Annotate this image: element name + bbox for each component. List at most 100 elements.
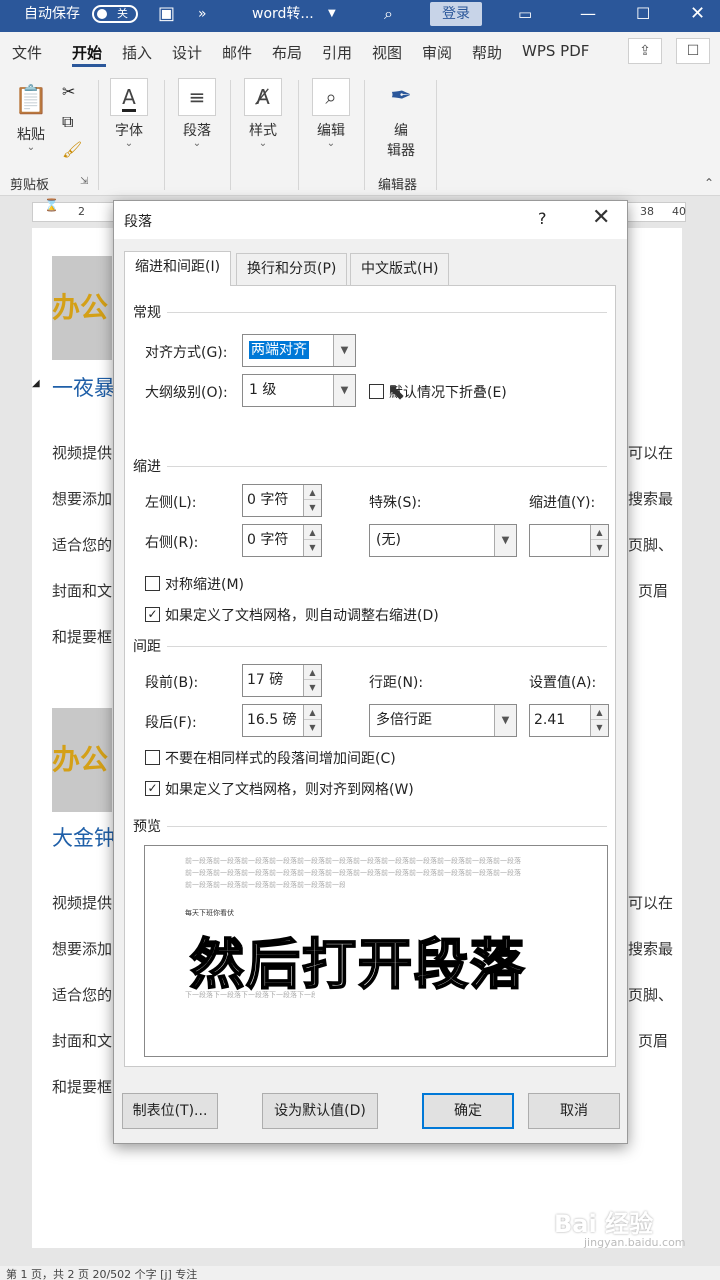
- no-space-same-style-checkbox[interactable]: [145, 750, 160, 765]
- autosave-toggle[interactable]: 关: [92, 5, 138, 23]
- tab-layout[interactable]: 布局: [272, 42, 302, 63]
- tab-indents-spacing[interactable]: 缩进和间距(I): [124, 251, 232, 286]
- save-icon[interactable]: ▣: [158, 0, 175, 28]
- indent-marker-icon[interactable]: ⌛: [44, 198, 59, 212]
- magnifier-icon: ⌕: [312, 78, 350, 116]
- ribbon-display-icon[interactable]: ▭: [518, 0, 532, 28]
- editor-button[interactable]: ✒ 编 辑器: [378, 78, 424, 160]
- more-icon[interactable]: »: [198, 0, 207, 28]
- tab-line-page-breaks[interactable]: 换行和分页(P): [236, 253, 348, 285]
- share-icon[interactable]: ⇪: [628, 38, 662, 64]
- spin-down-icon[interactable]: ▼: [591, 720, 608, 735]
- styles-icon: A̸: [244, 78, 282, 116]
- dialog-title-bar: 段落 ? ✕: [114, 201, 627, 239]
- tab-home[interactable]: 开始: [72, 42, 102, 63]
- copy-icon[interactable]: ⧉: [62, 112, 73, 132]
- collapse-triangle-icon[interactable]: ◢: [32, 378, 40, 389]
- spin-down-icon[interactable]: ▼: [304, 720, 321, 735]
- document-title[interactable]: word转...: [252, 0, 314, 28]
- line-spacing-label: 行距(N):: [369, 675, 424, 691]
- spacing-section-title: 间距: [133, 639, 161, 655]
- auto-adjust-right-indent-checkbox[interactable]: ✓: [145, 607, 160, 622]
- spacing-at-label: 设置值(A):: [529, 675, 597, 691]
- vertical-scrollbar[interactable]: [690, 228, 720, 1248]
- spin-up-icon[interactable]: ▲: [591, 705, 608, 720]
- title-dropdown-icon[interactable]: ▼: [328, 0, 336, 28]
- outline-level-select[interactable]: 1 级 ▼: [242, 374, 356, 407]
- login-button[interactable]: 登录: [430, 2, 482, 26]
- editing-button[interactable]: ⌕ 编辑 ⌄: [310, 78, 352, 149]
- paste-button[interactable]: 📋 粘贴 ⌄: [12, 82, 50, 153]
- clipboard-group-label: 剪贴板: [10, 178, 50, 193]
- indent-left-spinner[interactable]: 0 字符 ▲ ▼: [242, 484, 322, 517]
- spin-up-icon[interactable]: ▲: [591, 525, 608, 540]
- paragraph-button[interactable]: ≡ 段落 ⌄: [176, 78, 218, 149]
- snap-to-grid-checkbox[interactable]: ✓: [145, 781, 160, 796]
- collapse-default-checkbox[interactable]: [369, 384, 384, 399]
- spin-up-icon[interactable]: ▲: [304, 705, 321, 720]
- alignment-select[interactable]: 两端对齐 ▼: [242, 334, 356, 367]
- collapse-ribbon-icon[interactable]: ⌃: [704, 176, 714, 190]
- special-indent-select[interactable]: (无) ▼: [369, 524, 517, 557]
- tab-view[interactable]: 视图: [372, 42, 402, 63]
- chevron-down-icon: ▼: [333, 375, 355, 406]
- spacing-before-label: 段前(B):: [145, 675, 199, 691]
- doc-heading-2: 大金钟: [52, 826, 115, 850]
- search-icon[interactable]: ⌕: [384, 0, 393, 28]
- dialog-launcher-icon[interactable]: ⇲: [80, 176, 88, 187]
- tab-design[interactable]: 设计: [172, 42, 202, 63]
- status-text: 第 1 页，共 2 页 20/502 个字 [j] 专注: [6, 1268, 198, 1280]
- spin-up-icon[interactable]: ▲: [304, 525, 321, 540]
- chevron-down-icon: ▼: [333, 335, 355, 366]
- editor-group-label: 编辑器: [378, 178, 418, 193]
- outline-level-label: 大纲级别(O):: [145, 385, 228, 401]
- close-icon[interactable]: ✕: [592, 205, 610, 230]
- autosave-label: 自动保存: [24, 6, 80, 22]
- title-bar: 自动保存 关 ▣ » word转... ▼ ⌕ 登录 ▭ — ☐ ✕: [0, 0, 720, 32]
- indent-right-spinner[interactable]: 0 字符 ▲ ▼: [242, 524, 322, 557]
- spacing-after-spinner[interactable]: 16.5 磅 ▲ ▼: [242, 704, 322, 737]
- video-subtitle: 然后打开段落: [189, 932, 526, 997]
- maximize-icon[interactable]: ☐: [636, 0, 650, 28]
- menu-bar: 文件 开始 插入 设计 邮件 布局 引用 视图 审阅 帮助 WPS PDF ⇪ …: [0, 32, 720, 72]
- comments-icon[interactable]: ☐: [676, 38, 710, 64]
- mirror-indents-checkbox[interactable]: [145, 576, 160, 591]
- cut-icon[interactable]: ✂: [62, 82, 75, 101]
- doc-heading-image-2: 办公: [52, 708, 112, 812]
- tab-mailings[interactable]: 邮件: [222, 42, 252, 63]
- ok-button[interactable]: 确定: [422, 1093, 514, 1129]
- tab-help[interactable]: 帮助: [472, 42, 502, 63]
- dialog-title: 段落: [124, 214, 152, 230]
- font-button[interactable]: A 字体 ⌄: [108, 78, 150, 149]
- spin-down-icon[interactable]: ▼: [304, 680, 321, 695]
- format-painter-icon[interactable]: 🖌: [62, 140, 82, 159]
- tab-review[interactable]: 审阅: [422, 42, 452, 63]
- tab-asian-typography[interactable]: 中文版式(H): [350, 253, 450, 285]
- status-bar: 第 1 页，共 2 页 20/502 个字 [j] 专注: [0, 1266, 720, 1280]
- snap-to-grid-label: 如果定义了文档网格，则对齐到网格(W): [165, 782, 414, 798]
- auto-adjust-right-indent-label: 如果定义了文档网格，则自动调整右缩进(D): [165, 608, 439, 624]
- set-default-button[interactable]: 设为默认值(D): [262, 1093, 378, 1129]
- tab-wps-pdf[interactable]: WPS PDF: [522, 42, 589, 60]
- close-window-icon[interactable]: ✕: [690, 0, 705, 28]
- spin-down-icon[interactable]: ▼: [304, 540, 321, 555]
- spin-down-icon[interactable]: ▼: [591, 540, 608, 555]
- tabs-button[interactable]: 制表位(T)...: [122, 1093, 218, 1129]
- minimize-icon[interactable]: —: [580, 0, 596, 28]
- styles-button[interactable]: A̸ 样式 ⌄: [242, 78, 284, 149]
- tab-file[interactable]: 文件: [12, 42, 42, 63]
- baidu-watermark: Bai 经验: [554, 1210, 654, 1238]
- special-indent-label: 特殊(S):: [369, 495, 422, 511]
- help-icon[interactable]: ?: [538, 209, 547, 228]
- spin-up-icon[interactable]: ▲: [304, 485, 321, 500]
- indent-by-spinner[interactable]: ▲ ▼: [529, 524, 609, 557]
- tab-references[interactable]: 引用: [322, 42, 352, 63]
- line-spacing-select[interactable]: 多倍行距 ▼: [369, 704, 517, 737]
- spacing-at-spinner[interactable]: 2.41 ▲ ▼: [529, 704, 609, 737]
- spin-up-icon[interactable]: ▲: [304, 665, 321, 680]
- tab-insert[interactable]: 插入: [122, 42, 152, 63]
- spacing-before-spinner[interactable]: 17 磅 ▲ ▼: [242, 664, 322, 697]
- editor-pen-icon: ✒: [390, 81, 412, 111]
- spin-down-icon[interactable]: ▼: [304, 500, 321, 515]
- cancel-button[interactable]: 取消: [528, 1093, 620, 1129]
